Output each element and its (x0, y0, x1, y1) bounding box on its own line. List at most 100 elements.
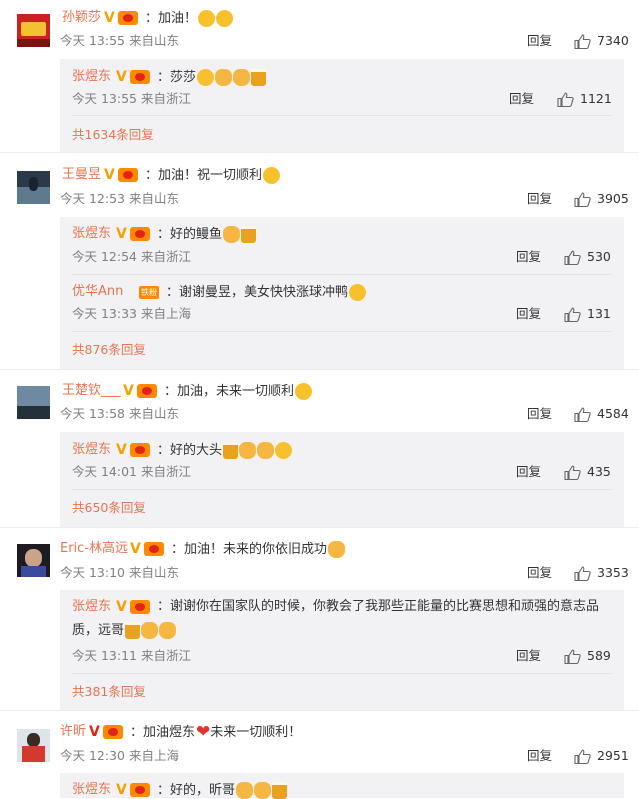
like-button[interactable]: 435 (564, 464, 611, 480)
commenter-name[interactable]: Eric-林高远 (60, 541, 128, 557)
like-count: 7340 (597, 33, 629, 48)
like-button[interactable]: 3905 (574, 191, 629, 207)
grin-emoji-icon (197, 69, 215, 86)
beer-emoji-icon (223, 442, 239, 459)
comment-time: 今天 12:30 来自上海 (60, 748, 179, 763)
reply-time: 今天 13:55 来自浙江 (72, 91, 191, 106)
reply-divider (72, 489, 612, 490)
commenter-name[interactable]: 孙颖莎 (62, 10, 101, 26)
avatar[interactable] (17, 544, 50, 577)
vip-icon (143, 542, 164, 556)
cheer-emoji-icon (295, 383, 313, 400)
reply-text: ：好的大头 (157, 442, 293, 459)
avatar[interactable] (17, 171, 50, 204)
like-count: 589 (587, 648, 611, 663)
reply-author-name[interactable]: 优华Ann (72, 284, 123, 300)
badges: 铁粉 (139, 284, 159, 300)
commenter-name[interactable]: 许昕 (60, 724, 86, 740)
comment-text: ：加油！未来的你依旧成功 (171, 541, 346, 558)
avatar[interactable] (17, 386, 50, 419)
fan-badge: 铁粉 (139, 285, 159, 299)
reply-time: 今天 12:54 来自浙江 (72, 249, 191, 264)
reply-time: 今天 13:11 来自浙江 (72, 648, 191, 663)
thumbs-up-emoji-icon (223, 226, 241, 243)
smile-emoji-icon (198, 10, 216, 27)
reply-button[interactable]: 回复 (527, 748, 552, 764)
verified-icon: V (89, 724, 100, 740)
reply-button[interactable]: 回复 (516, 306, 541, 322)
heart-emoji-icon: ❤ (196, 722, 211, 742)
like-count: 435 (587, 464, 611, 479)
badges: V (123, 383, 157, 399)
like-button[interactable]: 3353 (574, 565, 629, 581)
more-replies-link[interactable]: 共381条回复 (72, 684, 146, 700)
reply-button[interactable]: 回复 (516, 249, 541, 265)
thumbs-up-emoji-icon (215, 69, 233, 86)
reply-button[interactable]: 回复 (527, 33, 552, 49)
comment-text: ：加油！ (145, 10, 234, 27)
like-count: 530 (587, 249, 611, 264)
smile-emoji-icon (216, 10, 234, 27)
avatar[interactable] (17, 14, 50, 47)
thumbs-up-icon (557, 91, 574, 107)
fist-emoji-icon (236, 782, 254, 799)
cry-emoji-icon (349, 284, 367, 301)
reply-author-name[interactable]: 张煜东 (72, 226, 111, 242)
like-button[interactable]: 2951 (574, 748, 629, 764)
reply-button[interactable]: 回复 (527, 191, 552, 207)
reply-button[interactable]: 回复 (509, 91, 534, 107)
verified-icon: V (116, 782, 127, 798)
thumbs-up-icon (574, 191, 591, 207)
reply-author-name[interactable]: 张煜东 (72, 442, 111, 458)
thumbs-up-icon (564, 249, 581, 265)
beer-emoji-icon (241, 226, 257, 243)
reply-text: ：谢谢你在国家队的时候，你教会了我那些正能量的比赛思想和顽强的意志品质，远哥 (72, 599, 600, 639)
vip-icon (136, 384, 157, 398)
like-count: 131 (587, 306, 611, 321)
verified-icon: V (130, 541, 141, 557)
verified-icon: V (104, 167, 115, 183)
reply-author-name[interactable]: 张煜东 (72, 782, 111, 798)
reply-button[interactable]: 回复 (516, 464, 541, 480)
badges: V (116, 226, 150, 242)
verified-icon: V (116, 442, 127, 458)
like-button[interactable]: 530 (564, 249, 611, 265)
more-replies-link[interactable]: 共1634条回复 (72, 127, 154, 143)
reply-author-name[interactable]: 张煜东 (72, 69, 111, 85)
badges: V (130, 541, 164, 557)
vip-icon (129, 443, 150, 457)
thumbs-up-icon (564, 464, 581, 480)
badges: V (104, 10, 138, 26)
reply-button[interactable]: 回复 (527, 565, 552, 581)
vip-icon (129, 227, 150, 241)
like-button[interactable]: 1121 (557, 91, 612, 107)
reply-text: ：好的鳗鱼 (157, 226, 257, 243)
reply-button[interactable]: 回复 (516, 648, 541, 664)
like-button[interactable]: 589 (564, 648, 611, 664)
like-button[interactable]: 4584 (574, 406, 629, 422)
reply-time: 今天 13:33 来自上海 (72, 306, 191, 321)
like-count: 2951 (597, 748, 629, 763)
like-button[interactable]: 131 (564, 306, 611, 322)
comment-time: 今天 13:55 来自山东 (60, 33, 179, 48)
comment-separator (0, 710, 639, 711)
comment-text: ：加油，未来一切顺利 (164, 383, 313, 400)
comment-time: 今天 13:58 来自山东 (60, 406, 179, 421)
fist-emoji-icon (239, 442, 257, 459)
avatar[interactable] (17, 729, 50, 762)
reply-divider (72, 115, 612, 116)
verified-icon: V (123, 383, 134, 399)
commenter-name[interactable]: 王曼昱 (62, 167, 101, 183)
verified-icon: V (116, 69, 127, 85)
commenter-name[interactable]: 王楚钦___ (62, 383, 121, 399)
verified-icon: V (104, 10, 115, 26)
badges: V (116, 69, 150, 85)
reply-button[interactable]: 回复 (527, 406, 552, 422)
comment-time: 今天 12:53 来自山东 (60, 191, 179, 206)
beer-emoji-icon (272, 782, 288, 799)
thumbs-up-emoji-icon (257, 442, 275, 459)
more-replies-link[interactable]: 共876条回复 (72, 342, 146, 358)
more-replies-link[interactable]: 共650条回复 (72, 500, 146, 516)
comment-text: ：加油煜东 ❤ 未来一切顺利！ (130, 722, 302, 742)
like-button[interactable]: 7340 (574, 33, 629, 49)
